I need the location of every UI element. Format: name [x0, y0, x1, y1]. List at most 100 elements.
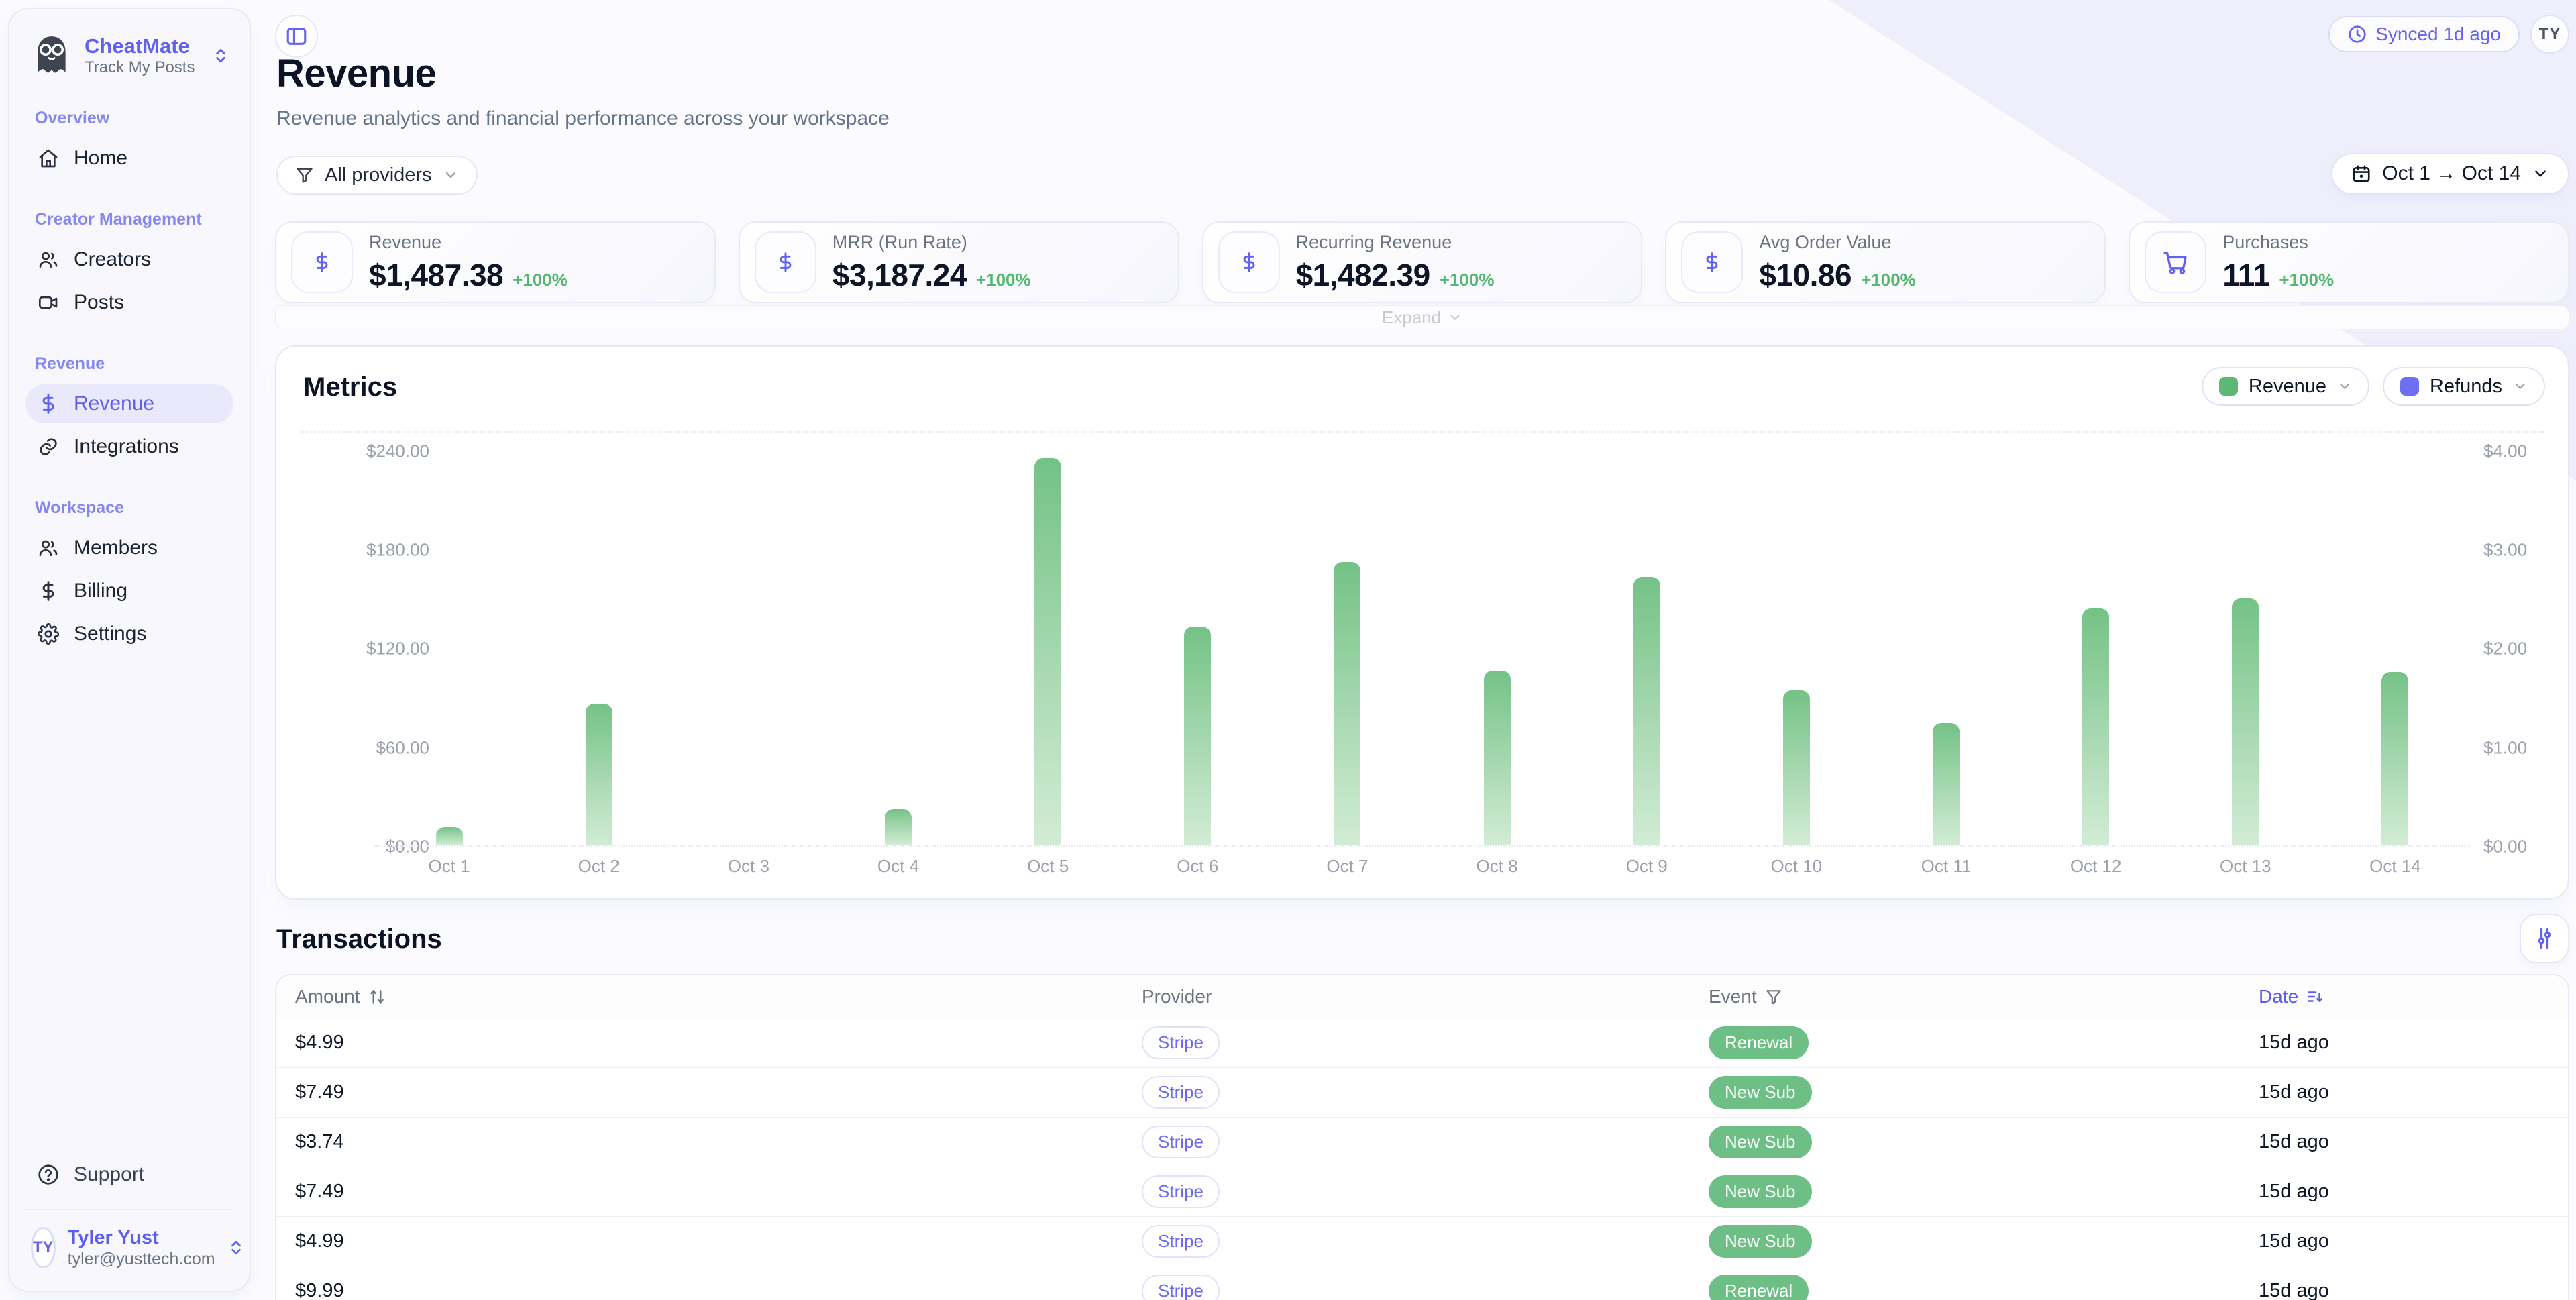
cheatmate-ghost-logo-icon	[30, 34, 74, 78]
sidebar-item-support[interactable]: Support	[25, 1155, 233, 1194]
sort-descending-icon	[2306, 988, 2324, 1006]
y-axis-tick: $2.00	[2483, 639, 2544, 659]
synced-status-pill[interactable]: Synced 1d ago	[2328, 16, 2520, 52]
revenue-bar-oct-8[interactable]	[1484, 671, 1511, 845]
user-name: Tyler Yust	[68, 1226, 215, 1250]
event-badge: Renewal	[1709, 1275, 1809, 1300]
chart-slot-oct-14: Oct 14	[2320, 451, 2470, 845]
provider-badge[interactable]: Stripe	[1142, 1026, 1220, 1059]
table-row[interactable]: $4.99StripeRenewal15d ago	[276, 1018, 2568, 1068]
provider-badge[interactable]: Stripe	[1142, 1275, 1220, 1300]
x-axis-label: Oct 13	[2171, 856, 2320, 877]
stat-card-revenue[interactable]: Revenue$1,487.38+100%	[275, 221, 716, 303]
stat-card-mrr-run-rate-[interactable]: MRR (Run Rate) $3,187.24+100%	[739, 221, 1179, 303]
revenue-bar-oct-10[interactable]	[1783, 690, 1810, 845]
funnel-icon	[295, 166, 314, 184]
provider-cell: Stripe	[1142, 1175, 1709, 1208]
column-header-event[interactable]: Event	[1709, 986, 2259, 1008]
avatar[interactable]: TY	[2530, 15, 2569, 54]
revenue-bar-oct-6[interactable]	[1184, 627, 1211, 845]
revenue-bar-oct-2[interactable]	[586, 704, 612, 845]
nav-section-workspace: Workspace Members Billing Settings	[25, 498, 233, 653]
revenue-bar-oct-12[interactable]	[2082, 608, 2109, 845]
sidebar-item-home[interactable]: Home	[25, 139, 233, 178]
revenue-bar-oct-14[interactable]	[2381, 672, 2408, 845]
workspace-switcher[interactable]: CheatMate Track My Posts	[25, 34, 233, 78]
stat-card-recurring-revenue[interactable]: Recurring Revenue$1,482.39+100%	[1202, 221, 1643, 303]
x-axis-label: Oct 10	[1721, 856, 1871, 877]
sidebar-item-posts[interactable]: Posts	[25, 283, 233, 322]
y-axis-left: $0.00$60.00$120.00$180.00$240.00	[301, 451, 365, 847]
user-menu[interactable]: TY Tyler Yust tyler@yusttech.com	[25, 1209, 233, 1273]
table-row[interactable]: $7.49StripeNew Sub15d ago	[276, 1167, 2568, 1217]
revenue-bar-oct-4[interactable]	[885, 809, 912, 845]
stat-card-purchases[interactable]: Purchases111+100%	[2129, 221, 2569, 303]
sidebar-item-members[interactable]: Members	[25, 529, 233, 567]
revenue-bar-oct-11[interactable]	[1933, 723, 1960, 845]
provider-badge[interactable]: Stripe	[1142, 1126, 1220, 1158]
stat-value: 111	[2222, 257, 2269, 293]
table-row[interactable]: $4.99StripeNew Sub15d ago	[276, 1217, 2568, 1266]
provider-badge[interactable]: Stripe	[1142, 1225, 1220, 1258]
column-header-provider[interactable]: Provider	[1142, 986, 1709, 1008]
stat-body: Purchases111+100%	[2222, 232, 2334, 293]
column-header-amount[interactable]: Amount	[295, 986, 1142, 1008]
event-badge: New Sub	[1709, 1076, 1812, 1109]
nav-section-creator-management: Creator Management Creators Posts	[25, 210, 233, 322]
table-settings-button[interactable]	[2520, 914, 2569, 963]
table-row[interactable]: $7.49StripeNew Sub15d ago	[276, 1068, 2568, 1118]
sidebar-item-label: Billing	[74, 580, 127, 602]
sidebar-item-label: Creators	[74, 248, 151, 271]
stat-value-row: $3,187.24+100%	[833, 257, 1031, 293]
users-icon	[38, 537, 59, 559]
provider-cell: Stripe	[1142, 1026, 1709, 1059]
table-row[interactable]: $9.99StripeRenewal15d ago	[276, 1266, 2568, 1300]
revenue-bar-oct-13[interactable]	[2232, 598, 2259, 845]
table-row[interactable]: $3.74StripeNew Sub15d ago	[276, 1118, 2568, 1167]
column-header-date[interactable]: Date	[2259, 986, 2568, 1008]
event-cell: Renewal	[1709, 1026, 2259, 1059]
chart-slot-oct-12: Oct 12	[2021, 451, 2171, 845]
x-axis-label: Oct 1	[374, 856, 524, 877]
amount-cell: $4.99	[295, 1230, 1142, 1252]
sidebar-item-revenue[interactable]: Revenue	[25, 384, 233, 423]
sidebar-item-creators[interactable]: Creators	[25, 240, 233, 279]
stat-card-avg-order-value[interactable]: Avg Order Value$10.86+100%	[1665, 221, 2106, 303]
revenue-bar-oct-9[interactable]	[1633, 577, 1660, 845]
stat-delta-badge: +100%	[2279, 270, 2334, 290]
date-cell: 15d ago	[2259, 1131, 2568, 1153]
table-header-row: Amount Provider Event Date	[276, 975, 2568, 1018]
sidebar-nav: OverviewHomeCreator ManagementCreatorsPo…	[25, 109, 233, 1194]
x-axis-label: Oct 3	[674, 856, 823, 877]
date-range-picker[interactable]: Oct 1 → Oct 14	[2331, 153, 2569, 195]
stat-label: MRR (Run Rate)	[833, 232, 1031, 253]
nav-section-label: Workspace	[35, 498, 224, 518]
funnel-icon	[1765, 988, 1782, 1006]
provider-badge[interactable]: Stripe	[1142, 1175, 1220, 1208]
nav-section-label: Creator Management	[35, 210, 224, 229]
provider-badge[interactable]: Stripe	[1142, 1076, 1220, 1109]
x-axis-label: Oct 8	[1422, 856, 1572, 877]
series-selector-refunds[interactable]: Refunds	[2383, 367, 2545, 406]
sidebar-item-billing[interactable]: Billing	[25, 572, 233, 610]
revenue-bar-chart: $0.00$60.00$120.00$180.00$240.00 $0.00$1…	[301, 431, 2544, 898]
stat-body: Avg Order Value$10.86+100%	[1759, 232, 1915, 293]
revenue-bar-oct-7[interactable]	[1334, 562, 1360, 845]
stat-delta-badge: +100%	[1440, 270, 1495, 290]
provider-cell: Stripe	[1142, 1076, 1709, 1109]
x-axis-label: Oct 5	[973, 856, 1123, 877]
sidebar-item-settings[interactable]: Settings	[25, 614, 233, 653]
series-selector-revenue[interactable]: Revenue	[2202, 367, 2369, 406]
page-title: Revenue	[276, 51, 436, 96]
topbar-right: Synced 1d ago TY	[2328, 15, 2569, 54]
revenue-bar-oct-5[interactable]	[1034, 458, 1061, 845]
provider-filter-dropdown[interactable]: All providers	[276, 156, 478, 195]
chart-slot-oct-10: Oct 10	[1721, 451, 1871, 845]
revenue-bar-oct-1[interactable]	[436, 827, 463, 845]
stat-value: $10.86	[1759, 257, 1851, 293]
expand-stats-button[interactable]: Expand	[275, 305, 2569, 329]
chart-slot-oct-7: Oct 7	[1273, 451, 1422, 845]
sidebar-item-integrations[interactable]: Integrations	[25, 427, 233, 466]
chart-slot-oct-13: Oct 13	[2171, 451, 2320, 845]
chart-slot-oct-1: Oct 1	[374, 451, 524, 845]
